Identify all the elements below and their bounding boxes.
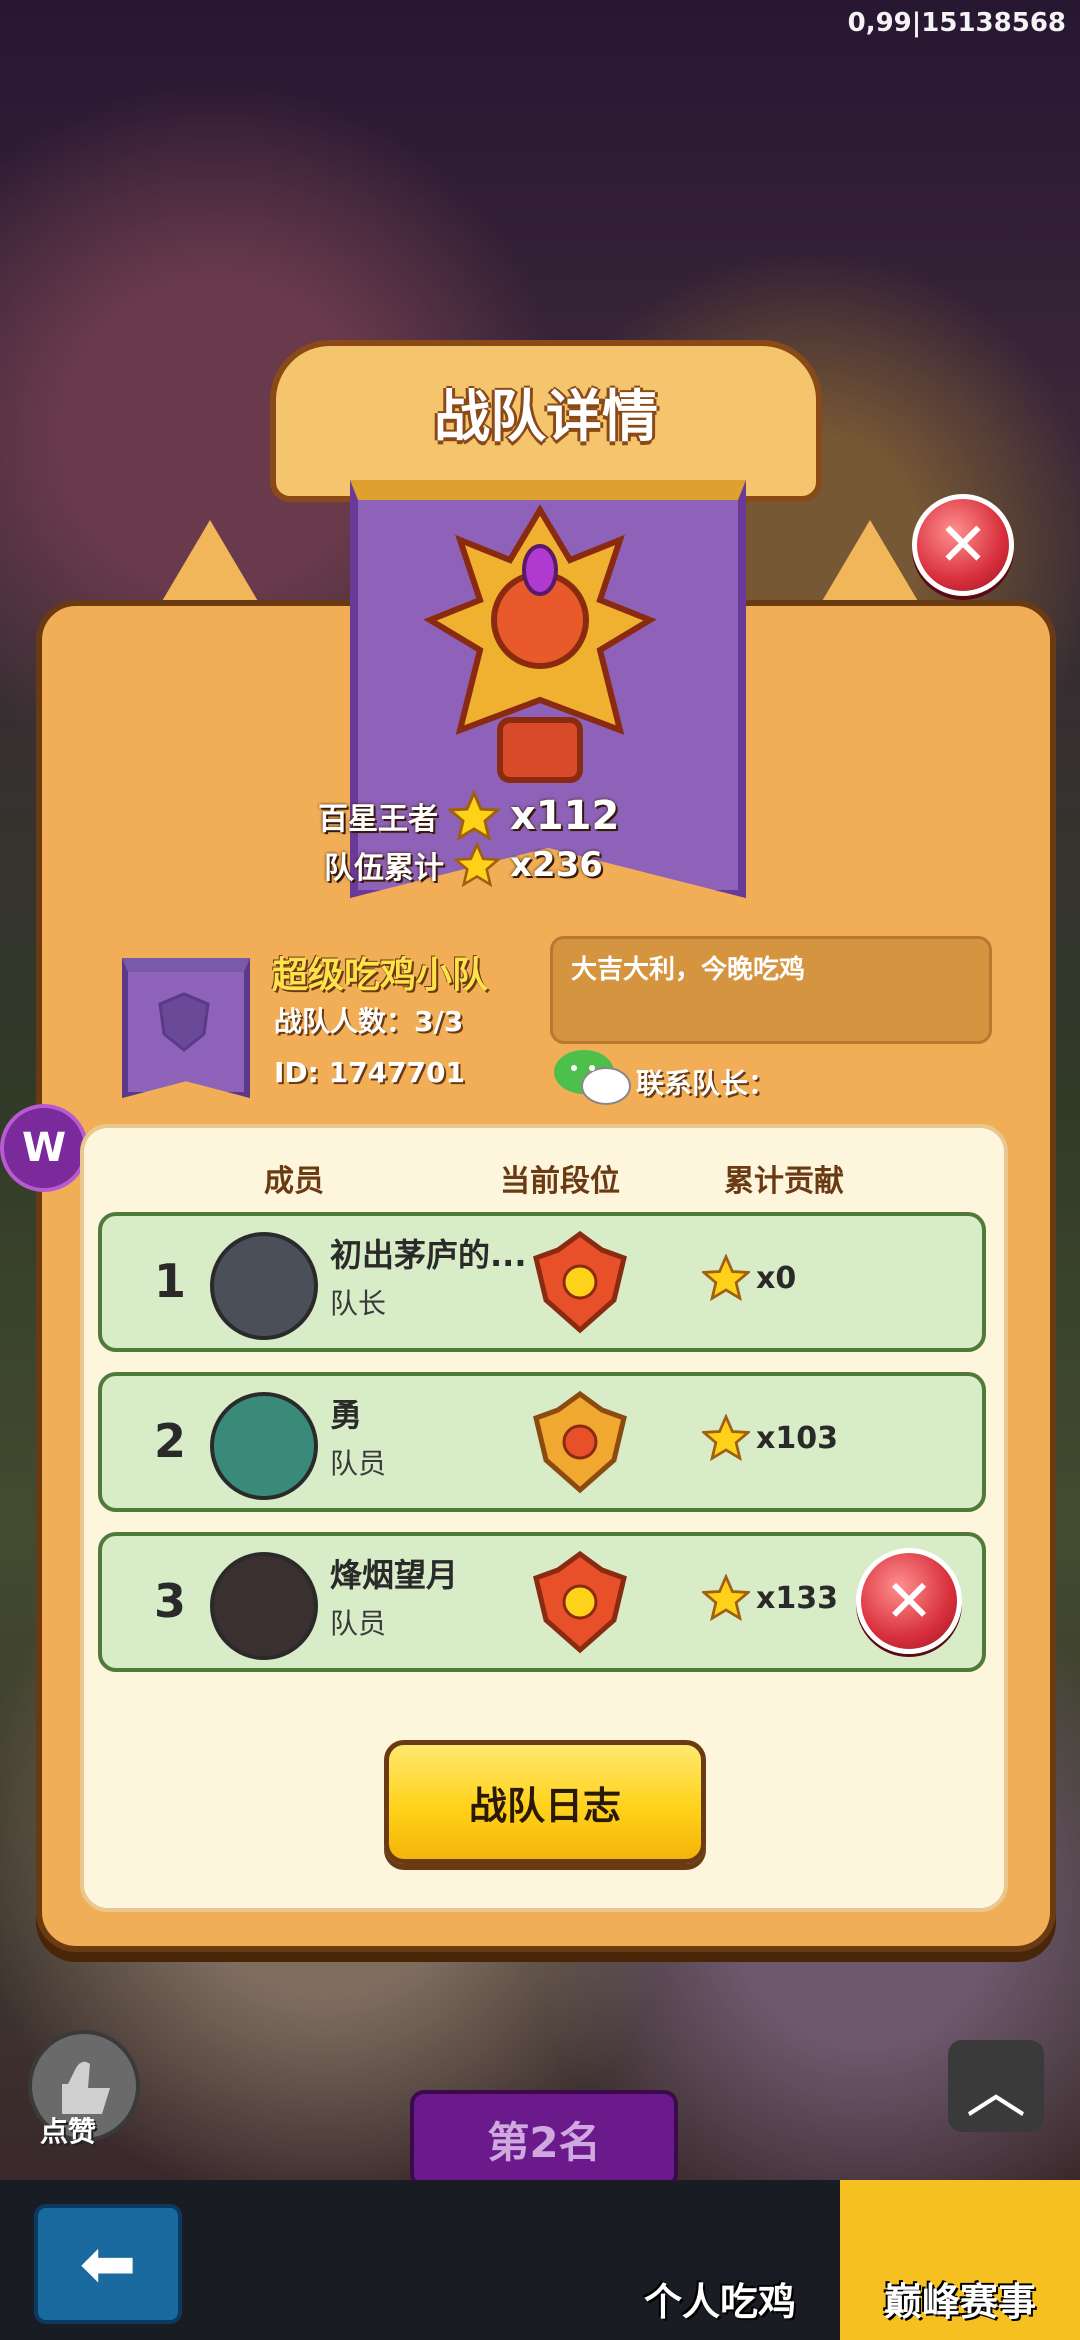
- shield-icon: [158, 992, 210, 1052]
- total-value: x236: [510, 845, 603, 885]
- member-number: 3: [154, 1574, 187, 1628]
- team-log-button[interactable]: 战队日志: [384, 1740, 706, 1864]
- member-role: 队员: [330, 1447, 387, 1480]
- team-id: ID: 1747701: [274, 1056, 465, 1089]
- star-icon: [448, 790, 500, 842]
- back-button[interactable]: ⬅: [34, 2204, 182, 2324]
- member-name: 勇: [330, 1396, 363, 1434]
- avatar: [210, 1552, 318, 1660]
- member-role: 队员: [330, 1607, 387, 1640]
- tab-peak[interactable]: 巅峰赛事: [840, 2180, 1080, 2340]
- stars-value: x112: [510, 793, 620, 839]
- team-member-count: 战队人数：3/3: [274, 1005, 464, 1038]
- rank-tag: 第2名: [410, 2090, 678, 2188]
- like-label: 点赞: [40, 2115, 97, 2148]
- member-number: 2: [154, 1414, 187, 1468]
- team-name: 超级吃鸡小队: [272, 955, 489, 996]
- rank-badge-icon: [533, 1390, 627, 1494]
- contrib-value: x103: [756, 1420, 838, 1456]
- avatar: [210, 1392, 318, 1500]
- arrow-left-icon: ⬅: [79, 2224, 137, 2304]
- team-motto: 大吉大利，今晚吃鸡: [571, 955, 806, 985]
- kick-member-button[interactable]: ✕: [856, 1548, 962, 1654]
- member-row[interactable]: 3 烽烟望月 队员 x133 ✕: [98, 1532, 986, 1672]
- member-name: 初出茅庐的...: [330, 1236, 527, 1274]
- tab-peak-label: 巅峰赛事: [883, 2280, 1036, 2324]
- star-icon: [454, 842, 500, 888]
- member-row[interactable]: 2 勇 队员 x103: [98, 1372, 986, 1512]
- tab-personal[interactable]: 个人吃鸡: [600, 2180, 840, 2340]
- column-rank: 当前段位: [500, 1164, 620, 1199]
- member-contrib: x103: [702, 1414, 838, 1462]
- contrib-value: x0: [756, 1260, 797, 1296]
- debug-id: 0,99|15138568: [847, 8, 1066, 38]
- side-floating-logo[interactable]: W: [0, 1104, 88, 1192]
- contrib-value: x133: [756, 1580, 838, 1616]
- scroll-up-button[interactable]: ︿: [948, 2040, 1044, 2132]
- avatar: [210, 1232, 318, 1340]
- star-icon: [702, 1414, 750, 1462]
- dragon-rank-icon: [423, 504, 657, 783]
- rank-badge-icon: [533, 1550, 627, 1654]
- rank-badge-icon: [533, 1230, 627, 1334]
- stars-stat: 百星王者 x112: [318, 790, 619, 842]
- member-contrib: x133: [702, 1574, 838, 1622]
- member-contrib: x0: [702, 1254, 796, 1302]
- total-label: 队伍累计: [324, 851, 444, 886]
- tab-personal-label: 个人吃鸡: [643, 2280, 796, 2324]
- member-number: 1: [154, 1254, 187, 1308]
- column-member: 成员: [264, 1164, 324, 1199]
- total-stat: 队伍累计 x236: [324, 842, 603, 888]
- team-emblem-flag: [122, 958, 250, 1098]
- star-icon: [702, 1254, 750, 1302]
- contact-captain-label: 联系队长：: [636, 1067, 777, 1100]
- member-role: 队长: [330, 1287, 387, 1320]
- member-name: 烽烟望月: [330, 1556, 459, 1594]
- wechat-icon[interactable]: [552, 1046, 632, 1108]
- star-icon: [702, 1574, 750, 1622]
- panel-title: 战队详情: [434, 385, 658, 450]
- team-motto-box: 大吉大利，今晚吃鸡: [550, 936, 992, 1044]
- close-button[interactable]: ✕: [912, 494, 1014, 596]
- chevron-up-icon: ︿: [966, 2056, 1026, 2127]
- stars-label: 百星王者: [318, 802, 438, 837]
- column-contrib: 累计贡献: [724, 1164, 844, 1199]
- member-row[interactable]: 1 初出茅庐的... 队长 x0: [98, 1212, 986, 1352]
